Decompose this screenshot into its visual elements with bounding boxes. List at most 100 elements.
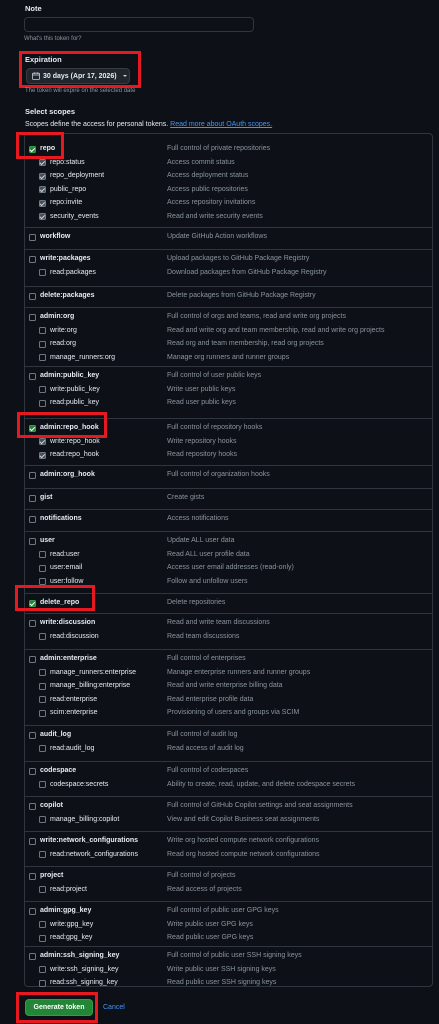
scope-workflow-checkbox[interactable] [29,233,36,241]
scope-user-email-row[interactable]: user:email Access user email addresses (r… [25,563,432,575]
scope-write-gpg-key-row[interactable]: write:gpg_key Write public user GPG keys [25,920,432,932]
scope-security-events-checkbox[interactable] [39,213,46,220]
scope-read-repo-hook-checkbox[interactable] [39,451,46,459]
scope-public-repo-checkbox[interactable] [39,186,46,193]
scope-admin-org-hook-row[interactable]: admin:org_hook Full control of organizati… [25,470,432,482]
scope-security-events-row[interactable]: security_events Read and write security e… [25,212,432,224]
scope-read-user-row[interactable]: read:user Read ALL user profile data [25,550,432,562]
scope-write-packages-checkbox[interactable] [29,255,36,263]
scope-read-enterprise-checkbox[interactable] [39,696,46,703]
scope-user-row[interactable]: user Update ALL user data [25,536,432,548]
scope-read-audit-log-row[interactable]: read:audit_log Read access of audit log [25,744,432,756]
scope-read-discussion-checkbox[interactable] [39,633,46,640]
scope-user-checkbox[interactable] [29,537,36,545]
scope-read-org-row[interactable]: read:org Read org and team membership, re… [25,339,432,351]
oauth-scopes-link[interactable]: Read more about OAuth scopes. [170,121,272,128]
scope-manage-billing-copilot-checkbox[interactable] [39,816,46,823]
scope-user-follow-checkbox[interactable] [39,578,46,585]
scope-admin-ssh-signing-key-checkbox[interactable] [29,952,36,960]
expiration-dropdown[interactable]: 30 days (Apr 17, 2026) [26,68,130,84]
scope-notifications-row[interactable]: notifications Access notifications [25,514,432,526]
scope-admin-gpg-key-row[interactable]: admin:gpg_key Full control of public user… [25,906,432,918]
scope-admin-public-key-row[interactable]: admin:public_key Full control of user pub… [25,371,432,383]
scope-repo-deployment-checkbox[interactable] [39,172,46,180]
scope-read-packages-checkbox[interactable] [39,269,46,276]
scope-read-network-configurations-checkbox[interactable] [39,851,46,858]
scope-repo-invite-checkbox[interactable] [39,199,46,207]
scope-admin-public-key-checkbox[interactable] [29,372,36,380]
scope-codespace-row[interactable]: codespace Full control of codespaces [25,766,432,778]
scope-write-discussion-checkbox[interactable] [29,619,36,627]
scope-gist-checkbox[interactable] [29,494,36,502]
scope-read-project-checkbox[interactable] [39,886,46,893]
scope-read-gpg-key-row[interactable]: read:gpg_key Read public user GPG keys [25,933,432,945]
scope-admin-enterprise-row[interactable]: admin:enterprise Full control of enterpri… [25,654,432,666]
scope-admin-ssh-signing-key-row[interactable]: admin:ssh_signing_key Full control of pub… [25,951,432,963]
scope-manage-billing-copilot-row[interactable]: manage_billing:copilot View and edit Copi… [25,815,432,827]
scope-write-ssh-signing-key-checkbox[interactable] [39,966,46,973]
scope-manage-billing-enterprise-row[interactable]: manage_billing:enterprise Read and write … [25,681,432,693]
scope-write-repo-hook-row[interactable]: write:repo_hook Write repository hooks [25,437,432,449]
scope-scim-enterprise-row[interactable]: scim:enterprise Provisioning of users and… [25,708,432,720]
scope-delete-packages-row[interactable]: delete:packages Delete packages from GitH… [25,291,432,303]
scope-admin-org-hook-checkbox[interactable] [29,471,36,479]
scope-write-repo-hook-checkbox[interactable] [39,438,46,445]
scope-write-packages-row[interactable]: write:packages Upload packages to GitHub … [25,254,432,266]
scope-read-ssh-signing-key-row[interactable]: read:ssh_signing_key Read public user SSH… [25,978,432,990]
scope-repo-deployment-row[interactable]: repo_deployment Access deployment status [25,171,432,183]
scope-delete-packages-checkbox[interactable] [29,292,36,300]
scope-read-network-configurations-row[interactable]: read:network_configurations Read org host… [25,850,432,862]
scope-workflow-row[interactable]: workflow Update GitHub Action workflows [25,232,432,244]
scope-write-network-configurations-row[interactable]: write:network_configurations Write org ho… [25,836,432,848]
scope-audit-log-row[interactable]: audit_log Full control of audit log [25,730,432,742]
scope-manage-runners-org-checkbox[interactable] [39,354,46,361]
scope-admin-enterprise-checkbox[interactable] [29,655,36,663]
scope-scim-enterprise-checkbox[interactable] [39,709,46,717]
scope-manage-runners-enterprise-checkbox[interactable] [39,669,46,676]
scope-read-discussion-row[interactable]: read:discussion Read team discussions [25,632,432,644]
scope-audit-log-checkbox[interactable] [29,731,36,739]
note-input[interactable] [24,17,254,32]
scope-write-public-key-row[interactable]: write:public_key Write user public keys [25,385,432,397]
scope-user-email-checkbox[interactable] [39,564,46,572]
scope-write-org-checkbox[interactable] [39,327,46,334]
scope-notifications-checkbox[interactable] [29,515,36,523]
scope-write-public-key-checkbox[interactable] [39,386,46,393]
scope-manage-runners-org-row[interactable]: manage_runners:org Manage org runners and… [25,353,432,365]
scope-codespace-secrets-row[interactable]: codespace:secrets Ability to create, read… [25,780,432,792]
cancel-link[interactable]: Cancel [103,1004,125,1011]
scope-read-ssh-signing-key-checkbox[interactable] [39,979,46,987]
scope-repo-invite-row[interactable]: repo:invite Access repository invitations [25,198,432,210]
scope-read-enterprise-row[interactable]: read:enterprise Read enterprise profile d… [25,695,432,707]
scope-copilot-checkbox[interactable] [29,802,36,810]
scope-project-checkbox[interactable] [29,872,36,880]
scope-write-gpg-key-checkbox[interactable] [39,921,46,928]
scope-copilot-row[interactable]: copilot Full control of GitHub Copilot se… [25,801,432,813]
scope-write-org-row[interactable]: write:org Read and write org and team mem… [25,326,432,338]
scope-read-repo-hook-row[interactable]: read:repo_hook Read repository hooks [25,450,432,462]
scope-project-row[interactable]: project Full control of projects [25,871,432,883]
scope-repo-status-row[interactable]: repo:status Access commit status [25,158,432,170]
scope-read-user-checkbox[interactable] [39,551,46,558]
scope-read-project-row[interactable]: read:project Read access of projects [25,885,432,897]
scope-read-gpg-key-checkbox[interactable] [39,934,46,942]
scope-public-repo-row[interactable]: public_repo Access public repositories [25,185,432,197]
scope-read-packages-row[interactable]: read:packages Download packages from GitH… [25,268,432,280]
scope-codespace-checkbox[interactable] [29,767,36,775]
scope-gist-row[interactable]: gist Create gists [25,493,432,505]
scope-write-ssh-signing-key-row[interactable]: write:ssh_signing_key Write public user S… [25,965,432,977]
scope-admin-gpg-key-checkbox[interactable] [29,907,36,915]
scope-admin-org-row[interactable]: admin:org Full control of orgs and teams,… [25,312,432,324]
scope-repo-status-checkbox[interactable] [39,159,46,166]
scope-read-public-key-row[interactable]: read:public_key Read user public keys [25,398,432,410]
scope-write-network-configurations-checkbox[interactable] [29,837,36,845]
scope-manage-billing-enterprise-checkbox[interactable] [39,682,46,690]
scope-manage-runners-enterprise-row[interactable]: manage_runners:enterprise Manage enterpri… [25,668,432,680]
scope-repo-row[interactable]: repo Full control of private repositories [25,144,432,156]
scope-read-public-key-checkbox[interactable] [39,399,46,407]
scope-write-discussion-row[interactable]: write:discussion Read and write team disc… [25,618,432,630]
scope-codespace-secrets-checkbox[interactable] [39,781,46,788]
scope-read-org-checkbox[interactable] [39,340,46,348]
scope-read-audit-log-checkbox[interactable] [39,745,46,752]
scope-admin-org-checkbox[interactable] [29,313,36,321]
